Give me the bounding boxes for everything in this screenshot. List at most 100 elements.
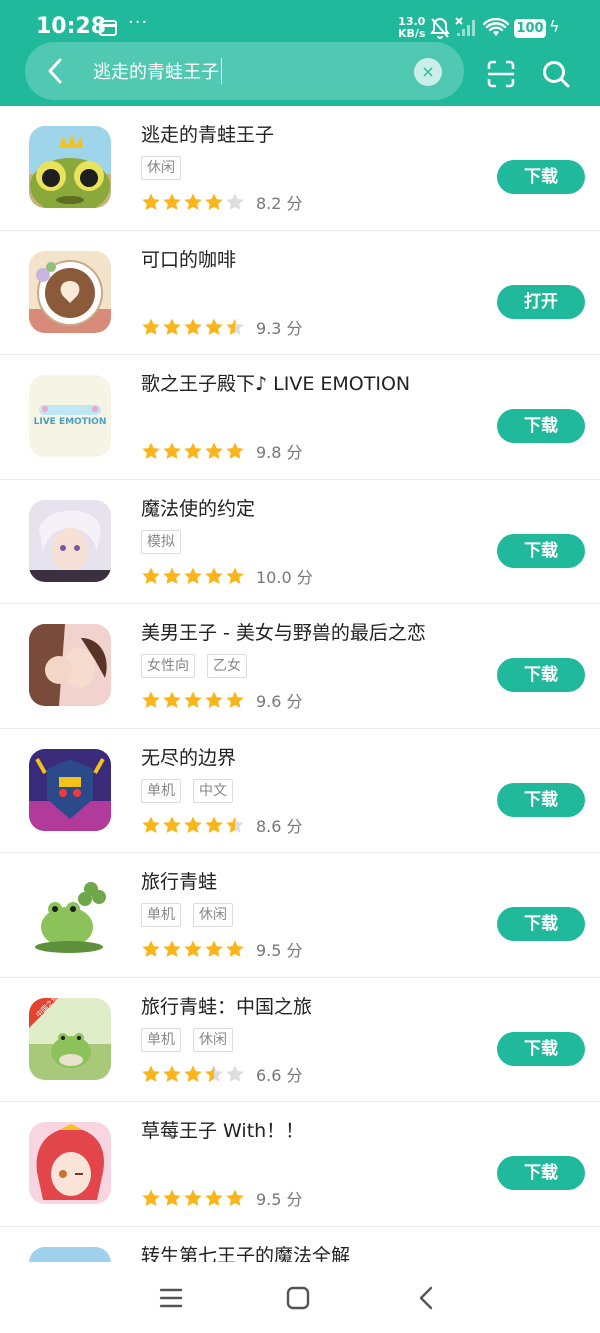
star-full-icon bbox=[163, 816, 181, 833]
app-item-seventh-prince[interactable]: 转生第七王子的魔法全解 bbox=[0, 1227, 600, 1263]
download-button[interactable]: 下载 bbox=[497, 1156, 585, 1190]
download-button[interactable]: 下载 bbox=[497, 160, 585, 194]
app-tags: 模拟 bbox=[141, 529, 193, 554]
app-name: 旅行青蛙：中国之旅 bbox=[141, 995, 313, 1018]
star-full-icon bbox=[226, 691, 244, 708]
star-full-icon bbox=[226, 442, 244, 459]
app-score: 9.6 分 bbox=[256, 692, 303, 711]
app-tags: 休闲 bbox=[141, 156, 193, 180]
open-button[interactable]: 打开 bbox=[497, 284, 585, 319]
star-full-icon bbox=[184, 691, 202, 708]
download-button[interactable]: 下载 bbox=[497, 658, 585, 692]
star-full-icon bbox=[184, 940, 202, 957]
star-full-icon bbox=[142, 567, 160, 584]
app-item-wizard-promise[interactable]: 魔法使的约定 模拟 10.0 分 下载 bbox=[0, 480, 600, 604]
star-full-icon bbox=[205, 442, 223, 459]
star-full-icon bbox=[184, 1189, 202, 1206]
star-empty-icon bbox=[226, 1065, 244, 1082]
star-full-icon bbox=[184, 567, 202, 584]
download-button[interactable]: 下载 bbox=[497, 907, 585, 941]
app-item-travel-frog-china[interactable]: 中国之旅 旅行青蛙：中国之旅 单机 休闲 6.6 分 下载 bbox=[0, 978, 600, 1102]
download-button[interactable]: 下载 bbox=[497, 782, 585, 817]
rating-stars: 6.6 分 bbox=[141, 1062, 303, 1086]
app-icon-travel-frog-china: 中国之旅 bbox=[29, 997, 111, 1080]
app-icon-live-emotion: LIVE EMOTION bbox=[29, 375, 111, 457]
status-time: 10:28 bbox=[36, 14, 107, 39]
back-icon[interactable] bbox=[417, 1286, 435, 1314]
system-nav-bar bbox=[0, 1262, 600, 1333]
app-name: 歌之王子殿下♪ LIVE EMOTION bbox=[141, 373, 411, 395]
rating-stars: 8.2 分 bbox=[141, 190, 303, 214]
muted-bell-icon bbox=[430, 17, 450, 43]
clear-search-icon[interactable]: × bbox=[414, 58, 442, 86]
app-icon-beauty-beast bbox=[29, 624, 111, 706]
star-full-icon bbox=[163, 1189, 181, 1206]
app-name: 转生第七王子的魔法全解 bbox=[141, 1244, 351, 1263]
app-name: 魔法使的约定 bbox=[141, 497, 256, 520]
app-name: 草莓王子 With！！ bbox=[141, 1120, 305, 1142]
app-item-frog-prince[interactable]: 逃走的青蛙王子 休闲 8.2 分 下载 bbox=[0, 106, 600, 231]
star-full-icon bbox=[163, 940, 181, 957]
star-full-icon bbox=[205, 193, 223, 210]
app-name: 逃走的青蛙王子 bbox=[141, 124, 275, 146]
star-full-icon bbox=[226, 1189, 244, 1206]
app-score: 6.6 分 bbox=[256, 1065, 303, 1085]
star-full-icon bbox=[226, 567, 244, 584]
rating-stars: 9.5 分 bbox=[141, 1186, 303, 1210]
star-full-icon bbox=[142, 691, 160, 708]
app-name: 旅行青蛙 bbox=[141, 871, 218, 893]
star-full-icon bbox=[184, 318, 202, 335]
app-score: 9.5 分 bbox=[256, 941, 303, 960]
app-tags: 单机 休闲 bbox=[141, 1027, 245, 1052]
app-name: 美男王子 - 美女与野兽的最后之恋 bbox=[141, 622, 426, 644]
app-item-coffee[interactable]: 可口的咖啡 9.3 分 打开 bbox=[0, 231, 600, 355]
star-full-icon bbox=[184, 193, 202, 210]
star-full-icon bbox=[142, 816, 160, 833]
app-item-beauty-beast[interactable]: 美男王子 - 美女与野兽的最后之恋 女性向 乙女 9.6 分 下载 bbox=[0, 604, 600, 729]
app-icon-coffee bbox=[29, 250, 111, 333]
app-name: 可口的咖啡 bbox=[141, 248, 237, 271]
rating-stars: 9.5 分 bbox=[141, 937, 303, 961]
app-tag: 乙女 bbox=[207, 654, 247, 678]
star-half-icon bbox=[226, 816, 244, 833]
search-icon[interactable] bbox=[540, 58, 572, 94]
network-speed: 13.0 KB/s bbox=[398, 16, 425, 40]
menu-icon[interactable] bbox=[159, 1286, 183, 1314]
app-item-live-emotion[interactable]: LIVE EMOTION 歌之王子殿下♪ LIVE EMOTION 9.8 分 … bbox=[0, 355, 600, 480]
star-full-icon bbox=[163, 442, 181, 459]
app-icon-travel-frog bbox=[29, 873, 111, 955]
star-half-icon bbox=[226, 318, 244, 335]
download-button[interactable]: 下载 bbox=[497, 409, 585, 443]
status-bar: 10:28 ··· 13.0 KB/s 100 ϟ bbox=[0, 0, 600, 48]
rating-stars: 9.3 分 bbox=[141, 315, 303, 339]
home-icon[interactable] bbox=[286, 1286, 310, 1314]
app-tag: 女性向 bbox=[141, 654, 195, 678]
star-full-icon bbox=[205, 691, 223, 708]
app-icon-strawberry-prince bbox=[29, 1122, 111, 1204]
app-score: 9.3 分 bbox=[256, 318, 303, 338]
app-tag: 单机 bbox=[141, 778, 181, 803]
star-empty-icon bbox=[226, 193, 244, 210]
charging-icon: ϟ bbox=[549, 17, 560, 36]
back-arrow-icon[interactable] bbox=[45, 56, 65, 90]
app-tag: 单机 bbox=[141, 1027, 181, 1052]
app-item-endless-frontier[interactable]: 无尽的边界 单机 中文 8.6 分 下载 bbox=[0, 729, 600, 853]
battery-level: 100 bbox=[514, 19, 546, 38]
app-tag: 休闲 bbox=[193, 903, 233, 927]
app-item-travel-frog[interactable]: 旅行青蛙 单机 休闲 9.5 分 下载 bbox=[0, 853, 600, 978]
app-tag: 单机 bbox=[141, 903, 181, 927]
star-full-icon bbox=[163, 193, 181, 210]
search-bar[interactable]: 逃走的青蛙王子 × bbox=[25, 42, 464, 100]
app-name: 无尽的边界 bbox=[141, 746, 237, 769]
download-button[interactable]: 下载 bbox=[497, 533, 585, 568]
download-button[interactable]: 下载 bbox=[497, 1031, 585, 1066]
more-notifications-icon: ··· bbox=[128, 12, 149, 33]
scan-icon[interactable] bbox=[486, 59, 516, 93]
app-item-strawberry-prince[interactable]: 草莓王子 With！！ 9.5 分 下载 bbox=[0, 1102, 600, 1227]
search-input[interactable]: 逃走的青蛙王子 bbox=[93, 58, 222, 84]
star-full-icon bbox=[205, 940, 223, 957]
app-icon-frog-prince bbox=[29, 126, 111, 208]
wifi-icon bbox=[482, 17, 510, 42]
star-full-icon bbox=[142, 442, 160, 459]
network-speed-unit: KB/s bbox=[398, 27, 426, 40]
